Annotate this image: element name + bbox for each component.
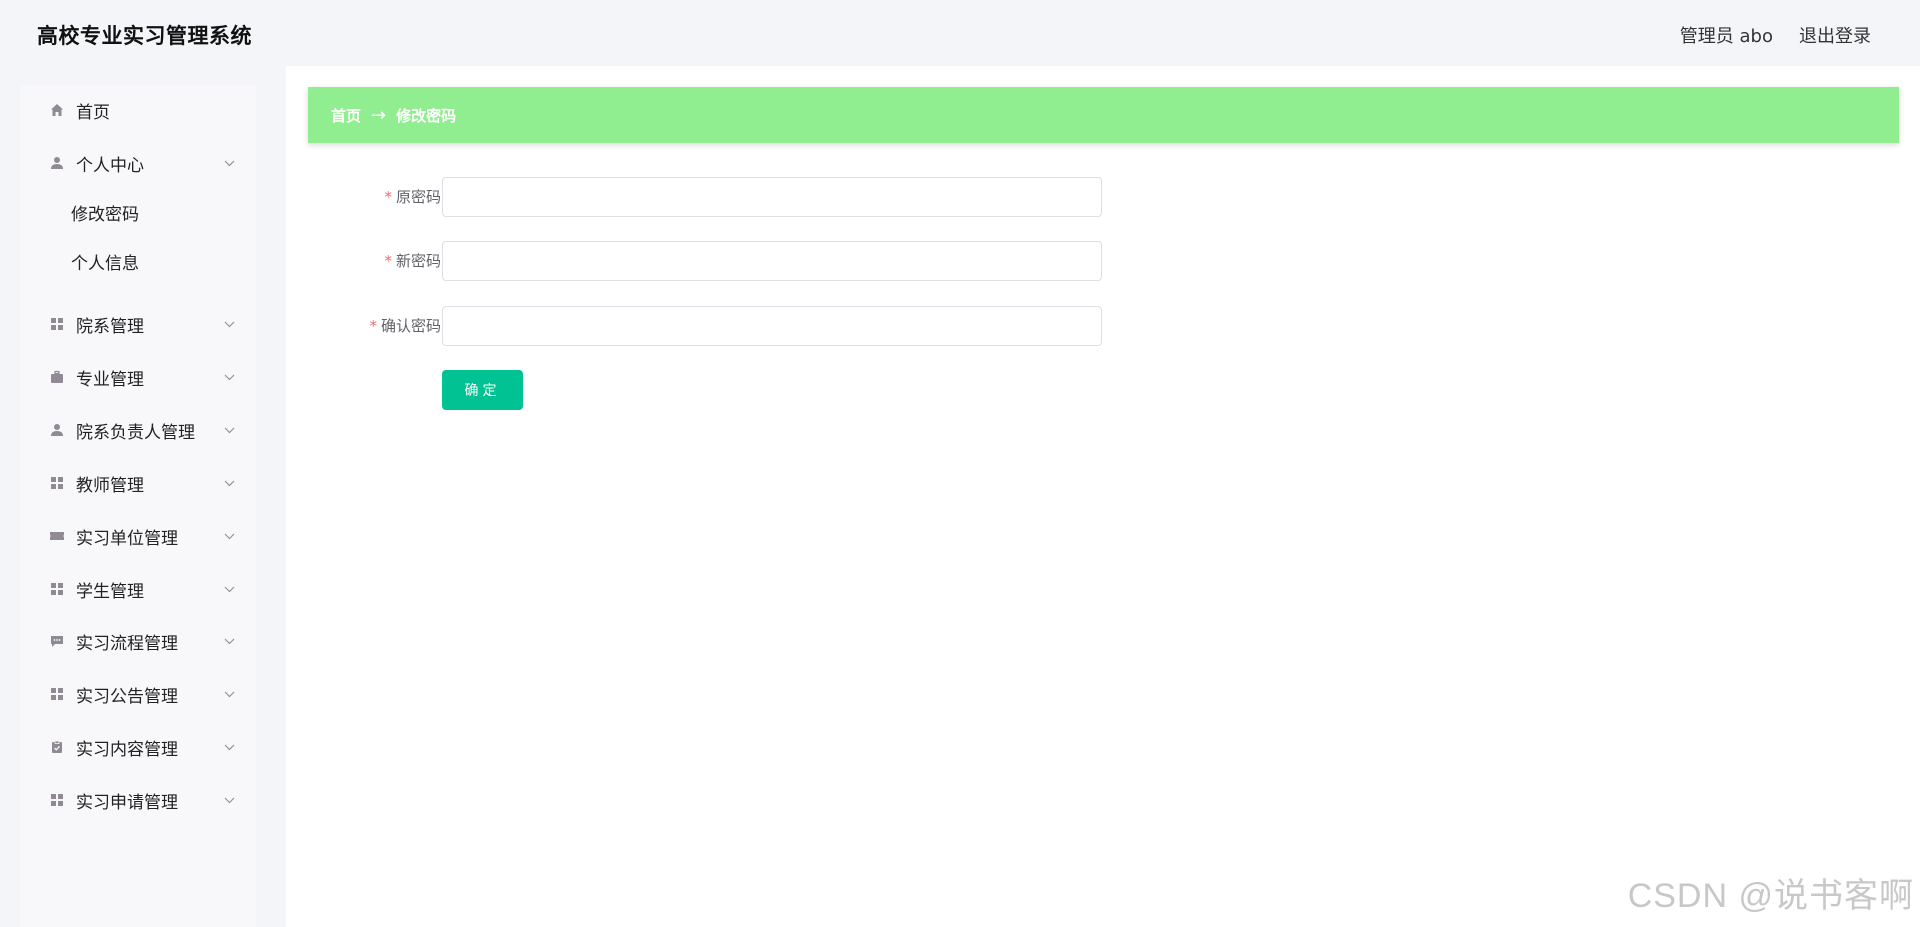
sidebar-item-label: 实习公告管理 [76,686,178,707]
sidebar-item-label: 首页 [76,102,110,123]
sidebar-item-internship-content[interactable]: 实习内容管理 [20,727,256,767]
chevron-down-icon [222,370,236,384]
grid-icon [49,475,65,491]
chevron-down-icon [222,423,236,437]
sidebar-item-label: 专业管理 [76,369,144,390]
confirm-password-row: * 确认密码 [308,306,1108,346]
user-icon [49,422,65,438]
new-password-label: * 新密码 [384,252,441,270]
sidebar-menu: 首页 个人中心 修改密码 个人信息 院系管理 专业管理 院系负责人管理 教师管理… [20,86,256,927]
chat-icon [49,633,65,649]
chevron-down-icon [222,582,236,596]
sidebar-subitem-personal-info[interactable]: 个人信息 [20,243,256,279]
chevron-down-icon [222,687,236,701]
sidebar-item-teacher[interactable]: 教师管理 [20,463,256,503]
sidebar-subitem-label: 修改密码 [71,204,139,225]
sidebar-item-label: 院系管理 [76,316,144,337]
chevron-down-icon [222,793,236,807]
submit-row: 确定 [308,370,1108,410]
current-user-label: 管理员 abo [1679,26,1773,47]
grid-icon [49,316,65,332]
chevron-down-icon [222,317,236,331]
main-content: 首页 → 修改密码 * 原密码 * 新密码 * 确认密码 确定 [286,66,1920,927]
breadcrumb-home[interactable]: 首页 [331,105,361,126]
sidebar-item-label: 院系负责人管理 [76,422,195,443]
grid-icon [49,686,65,702]
sidebar-item-dept-head[interactable]: 院系负责人管理 [20,410,256,450]
home-icon [49,102,65,118]
app-title: 高校专业实习管理系统 [37,24,252,48]
confirm-password-label: * 确认密码 [369,317,441,335]
old-password-row: * 原密码 [308,177,1108,217]
confirm-button[interactable]: 确定 [442,370,523,410]
sidebar-item-internship-unit[interactable]: 实习单位管理 [20,516,256,556]
breadcrumb: 首页 → 修改密码 [308,87,1899,143]
grid-icon [49,792,65,808]
breadcrumb-arrow-icon: → [371,104,387,126]
top-header: 高校专业实习管理系统 管理员 abo 退出登录 [0,0,1920,66]
logout-link[interactable]: 退出登录 [1799,22,1871,48]
sidebar-subitem-label: 个人信息 [71,253,139,274]
sidebar-item-department[interactable]: 院系管理 [20,304,256,344]
sidebar-subitem-change-password[interactable]: 修改密码 [20,194,256,230]
sidebar-item-label: 实习申请管理 [76,792,178,813]
header-actions: 管理员 abo 退出登录 [1680,22,1871,48]
old-password-input[interactable] [442,177,1102,217]
sidebar-item-label: 个人中心 [76,155,144,176]
required-mark: * [369,317,377,335]
new-password-input[interactable] [442,241,1102,281]
watermark: CSDN @说书客啊 [1627,877,1914,915]
sidebar-item-home[interactable]: 首页 [20,90,256,130]
sidebar-item-student[interactable]: 学生管理 [20,569,256,609]
briefcase-icon [49,369,65,385]
sidebar-item-internship-application[interactable]: 实习申请管理 [20,780,256,820]
chevron-down-icon [222,529,236,543]
sidebar-item-label: 实习流程管理 [76,633,178,654]
ticket-icon [49,528,65,544]
clipboard-icon [49,739,65,755]
breadcrumb-current: 修改密码 [396,106,457,125]
sidebar-item-label: 学生管理 [76,581,144,602]
chevron-up-icon [222,156,236,170]
confirm-password-input[interactable] [442,306,1102,346]
grid-icon [49,581,65,597]
chevron-down-icon [222,740,236,754]
chevron-down-icon [222,634,236,648]
old-password-label: * 原密码 [384,188,441,206]
required-mark: * [384,252,392,270]
required-mark: * [384,188,392,206]
chevron-down-icon [222,476,236,490]
sidebar-item-label: 教师管理 [76,475,144,496]
sidebar-item-internship-notice[interactable]: 实习公告管理 [20,674,256,714]
user-icon [49,155,65,171]
sidebar-item-label: 实习内容管理 [76,739,178,760]
sidebar-item-label: 实习单位管理 [76,528,178,549]
sidebar-item-major[interactable]: 专业管理 [20,357,256,397]
sidebar-item-internship-process[interactable]: 实习流程管理 [20,621,256,661]
new-password-row: * 新密码 [308,241,1108,281]
sidebar-item-personal-center[interactable]: 个人中心 [20,143,256,183]
